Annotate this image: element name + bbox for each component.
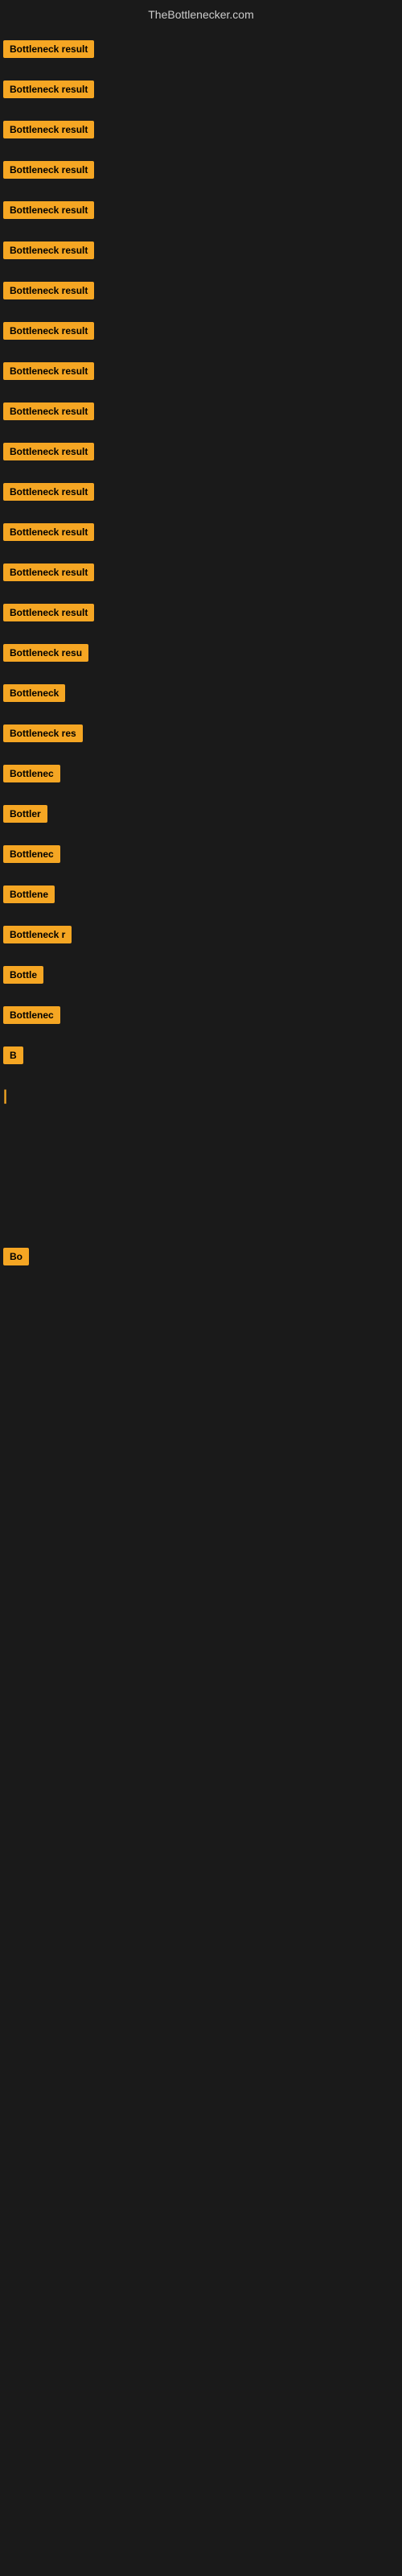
site-header: TheBottlenecker.com xyxy=(0,0,402,29)
bottleneck-badge[interactable]: Bottleneck result xyxy=(3,242,94,259)
list-item[interactable] xyxy=(0,1196,402,1236)
bottleneck-badge[interactable]: Bottleneck result xyxy=(3,483,94,501)
bottleneck-badge[interactable]: Bottle xyxy=(3,966,43,984)
list-item[interactable]: Bottleneck result xyxy=(0,431,402,472)
bottleneck-badge[interactable]: Bottler xyxy=(3,805,47,823)
bottleneck-badge[interactable]: Bottleneck result xyxy=(3,604,94,621)
site-title: TheBottlenecker.com xyxy=(148,8,254,21)
bottleneck-badge[interactable]: Bottleneck result xyxy=(3,282,94,299)
bottleneck-badge[interactable]: Bottleneck xyxy=(3,684,65,702)
bottleneck-badge[interactable]: Bottleneck result xyxy=(3,362,94,380)
list-item[interactable]: Bottleneck result xyxy=(0,351,402,391)
list-item[interactable]: Bottleneck result xyxy=(0,552,402,592)
list-item[interactable]: Bottler xyxy=(0,794,402,834)
list-item[interactable]: Bottleneck r xyxy=(0,914,402,955)
bottleneck-badge[interactable]: Bottleneck result xyxy=(3,523,94,541)
list-item[interactable]: Bottleneck result xyxy=(0,472,402,512)
page-container: TheBottlenecker.com Bottleneck resultBot… xyxy=(0,0,402,2576)
bottleneck-badge[interactable]: Bottlenec xyxy=(3,845,60,863)
bottleneck-badge[interactable]: Bottleneck res xyxy=(3,724,83,742)
bottleneck-badge[interactable]: Bottleneck result xyxy=(3,201,94,219)
list-item[interactable]: Bottleneck result xyxy=(0,270,402,311)
list-item[interactable]: Bo xyxy=(0,1236,402,1277)
list-item[interactable]: Bottleneck result xyxy=(0,190,402,230)
bottleneck-badge[interactable]: Bottlenec xyxy=(3,1006,60,1024)
bottleneck-badge[interactable]: Bottleneck result xyxy=(3,121,94,138)
list-item[interactable] xyxy=(0,1317,402,1357)
list-item[interactable]: Bottleneck result xyxy=(0,29,402,69)
list-item[interactable]: Bottleneck result xyxy=(0,592,402,633)
bottleneck-badge[interactable]: Bottleneck result xyxy=(3,40,94,58)
bottleneck-badge[interactable]: Bottleneck r xyxy=(3,926,72,943)
list-item[interactable] xyxy=(0,1357,402,1397)
bottleneck-badge[interactable]: Bottleneck resu xyxy=(3,644,88,662)
bottleneck-badge[interactable]: Bottlene xyxy=(3,886,55,903)
bottleneck-badge[interactable]: Bo xyxy=(3,1248,29,1265)
list-item[interactable] xyxy=(0,1156,402,1196)
list-item[interactable]: Bottlene xyxy=(0,874,402,914)
list-item[interactable]: Bottleneck result xyxy=(0,109,402,150)
list-item[interactable] xyxy=(0,1397,402,1438)
bottleneck-badge[interactable]: Bottleneck result xyxy=(3,80,94,98)
list-item[interactable] xyxy=(0,1116,402,1156)
list-item[interactable]: Bottleneck result xyxy=(0,311,402,351)
list-item[interactable]: Bottleneck result xyxy=(0,230,402,270)
list-item[interactable] xyxy=(0,1277,402,1317)
rows-container: Bottleneck result Bottleneck result Bottle… xyxy=(0,29,402,1478)
list-item[interactable]: Bottleneck res xyxy=(0,713,402,753)
bottleneck-badge[interactable]: Bottleneck result xyxy=(3,564,94,581)
bottleneck-badge[interactable]: Bottleneck result xyxy=(3,443,94,460)
bottleneck-badge[interactable]: Bottlenec xyxy=(3,765,60,782)
list-item[interactable]: Bottleneck result xyxy=(0,150,402,190)
list-item[interactable]: Bottleneck resu xyxy=(0,633,402,673)
list-item[interactable]: Bottlenec xyxy=(0,753,402,794)
list-item[interactable]: Bottlenec xyxy=(0,995,402,1035)
bottleneck-badge[interactable]: B xyxy=(3,1046,23,1064)
list-item[interactable]: Bottleneck result xyxy=(0,391,402,431)
cursor-indicator: | xyxy=(3,1088,10,1104)
list-item[interactable]: | xyxy=(0,1075,402,1116)
bottleneck-badge[interactable]: Bottleneck result xyxy=(3,322,94,340)
list-item[interactable]: Bottlenec xyxy=(0,834,402,874)
list-item[interactable]: Bottleneck result xyxy=(0,512,402,552)
bottleneck-badge[interactable]: Bottleneck result xyxy=(3,402,94,420)
list-item[interactable]: B xyxy=(0,1035,402,1075)
list-item[interactable]: Bottleneck xyxy=(0,673,402,713)
bottleneck-badge[interactable]: Bottleneck result xyxy=(3,161,94,179)
list-item[interactable]: Bottleneck result xyxy=(0,69,402,109)
list-item[interactable] xyxy=(0,1438,402,1478)
list-item[interactable]: Bottle xyxy=(0,955,402,995)
